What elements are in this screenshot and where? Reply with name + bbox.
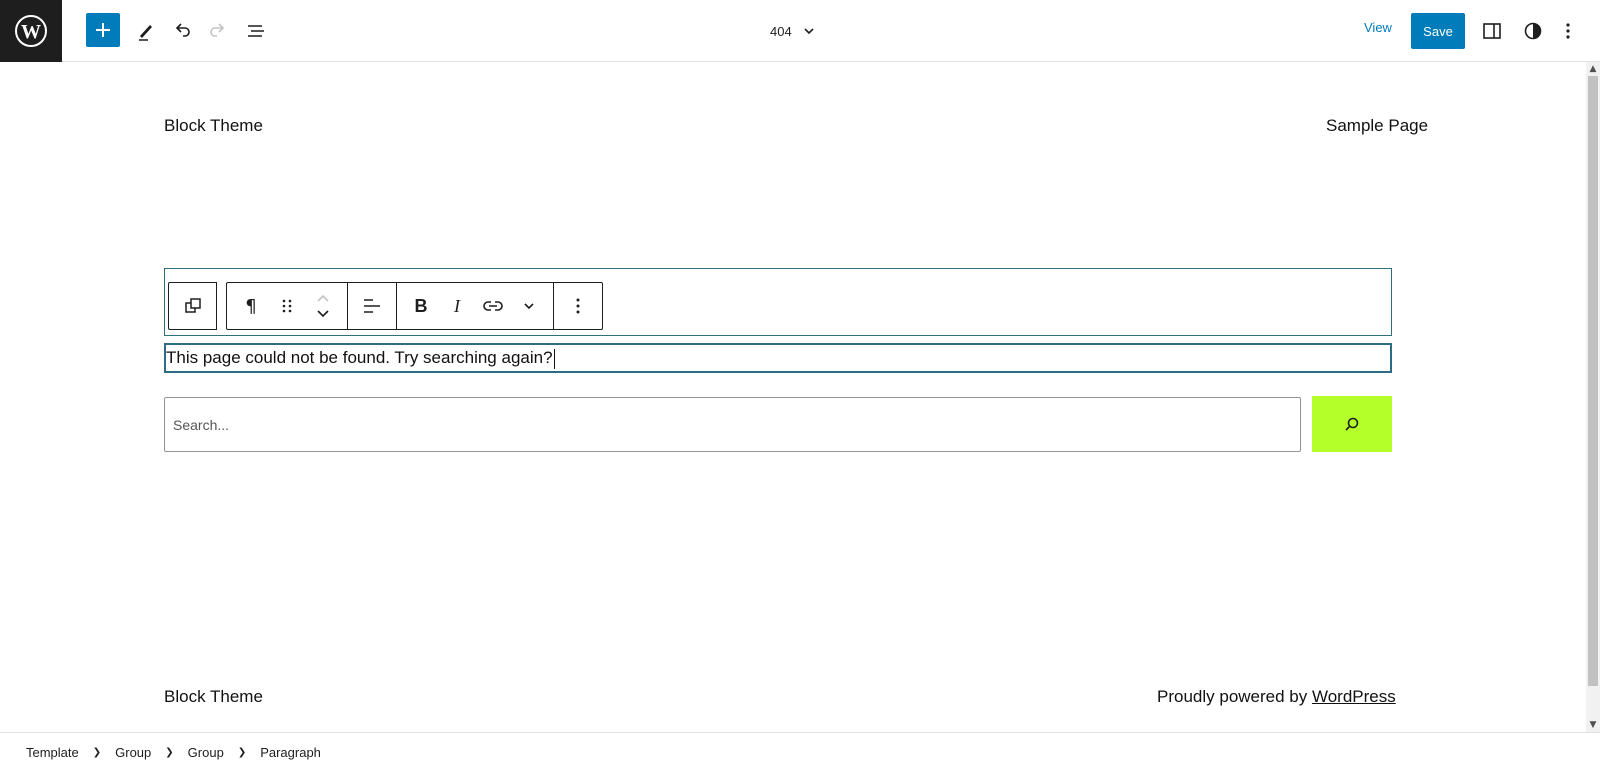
redo-icon — [210, 23, 225, 37]
breadcrumb-template[interactable]: Template — [26, 745, 79, 760]
undo-button[interactable] — [164, 13, 200, 49]
scroll-thumb[interactable] — [1588, 76, 1598, 686]
breadcrumb-group[interactable]: Group — [115, 745, 151, 760]
svg-text:W: W — [21, 21, 41, 43]
drag-handle-icon[interactable] — [269, 288, 305, 324]
document-title-dropdown[interactable]: 404 — [770, 16, 816, 46]
paragraph-icon[interactable]: ¶ — [233, 288, 269, 324]
contrast-icon — [1524, 22, 1542, 40]
wordpress-logo-icon[interactable]: W — [0, 0, 62, 62]
add-block-button[interactable] — [86, 13, 120, 47]
bold-icon[interactable]: B — [403, 288, 439, 324]
search-button[interactable] — [1312, 396, 1392, 452]
chevron-down-icon[interactable] — [511, 288, 547, 324]
block-type-group: ¶ — [227, 283, 348, 329]
chevron-right-icon: ❯ — [165, 747, 174, 758]
text-caret — [553, 348, 555, 369]
format-group: B I — [397, 283, 554, 329]
move-up-down-icon[interactable] — [305, 288, 341, 324]
more-vertical-icon[interactable] — [560, 288, 596, 324]
save-button[interactable]: Save — [1411, 13, 1465, 49]
more-vertical-icon — [1566, 23, 1570, 39]
paragraph-block[interactable]: This page could not be found. Try search… — [164, 343, 1392, 373]
view-button[interactable]: View — [1364, 20, 1392, 35]
scroll-down-arrow-icon[interactable]: ▼ — [1586, 718, 1600, 732]
search-input[interactable]: Search... — [164, 397, 1301, 452]
list-view-icon — [248, 25, 264, 37]
chevron-right-icon: ❯ — [92, 747, 102, 758]
group-block-icon — [184, 298, 201, 313]
tools-button[interactable] — [128, 13, 164, 49]
breadcrumb-paragraph: Paragraph — [260, 745, 321, 760]
editor-header: W 404 View Save — [0, 0, 1600, 62]
breadcrumb-group-inner[interactable]: Group — [188, 745, 224, 760]
footer-credit-prefix: Proudly powered by — [1157, 687, 1312, 706]
pencil-icon — [139, 25, 152, 41]
sidebar-toggle-icon — [1483, 23, 1501, 39]
footer-site-title[interactable]: Block Theme — [164, 687, 263, 707]
undo-icon — [175, 23, 190, 37]
link-icon[interactable] — [475, 288, 511, 324]
italic-icon[interactable]: I — [439, 288, 475, 324]
block-breadcrumb: Template ❯ Group ❯ Group ❯ Paragraph — [0, 732, 1600, 772]
document-title: 404 — [770, 23, 792, 39]
search-placeholder: Search... — [173, 416, 230, 433]
scroll-up-arrow-icon[interactable]: ▲ — [1586, 62, 1600, 76]
settings-sidebar-button[interactable] — [1474, 13, 1510, 49]
parent-block-selector[interactable] — [168, 282, 217, 330]
paragraph-text: This page could not be found. Try search… — [166, 348, 553, 367]
block-options-group — [554, 283, 602, 329]
chevron-down-icon — [804, 28, 814, 35]
nav-item-sample-page[interactable]: Sample Page — [1326, 116, 1428, 136]
block-toolbar: ¶ B I — [168, 282, 603, 330]
canvas-scrollbar[interactable]: ▲ ▼ — [1586, 62, 1600, 732]
footer-credit: Proudly powered by WordPress — [1157, 687, 1396, 707]
search-icon — [1345, 417, 1359, 431]
chevron-right-icon: ❯ — [237, 747, 247, 758]
alignment-group — [348, 283, 397, 329]
plus-icon — [96, 23, 110, 37]
header-site-title[interactable]: Block Theme — [164, 116, 263, 136]
redo-button[interactable] — [200, 13, 236, 49]
list-view-button[interactable] — [238, 13, 274, 49]
editor-canvas: Block Theme Sample Page ¶ B I This page … — [0, 62, 1586, 732]
block-toolbar-main: ¶ B I — [226, 282, 603, 330]
options-button[interactable] — [1557, 13, 1579, 49]
align-left-icon[interactable] — [354, 288, 390, 324]
wordpress-link[interactable]: WordPress — [1312, 687, 1396, 706]
styles-button[interactable] — [1515, 13, 1551, 49]
